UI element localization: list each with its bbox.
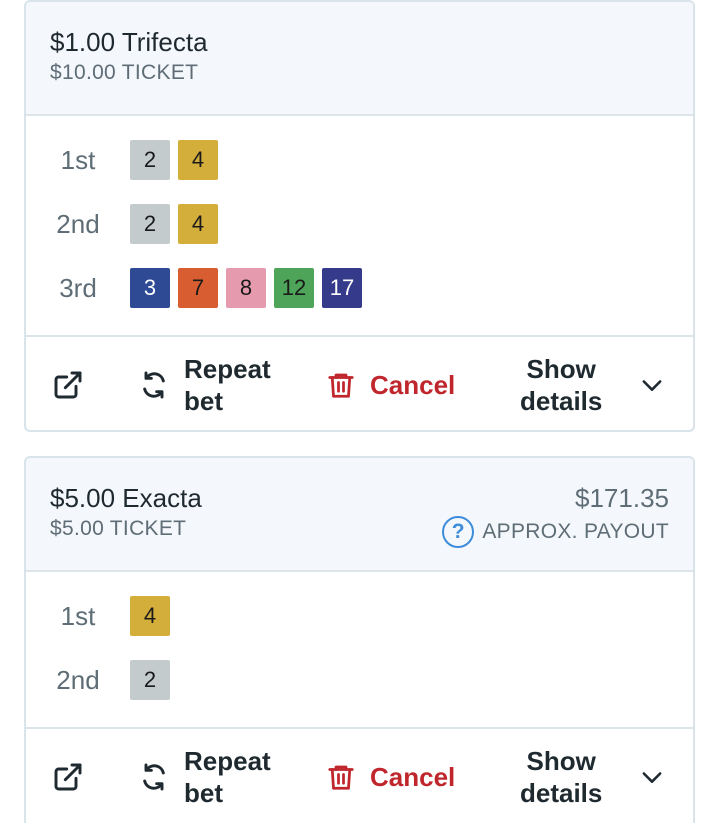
bet-card-header: $1.00 Trifecta $10.00 TICKET bbox=[26, 2, 693, 116]
payout-label: APPROX. PAYOUT bbox=[482, 520, 669, 543]
pick-row-3rd: 3rd 3 7 8 12 17 bbox=[26, 268, 693, 308]
runner-chip: 8 bbox=[226, 268, 266, 308]
runner-chip: 4 bbox=[178, 140, 218, 180]
cancel-label: Cancel bbox=[370, 761, 456, 792]
repeat-label-line1: Repeat bbox=[184, 353, 271, 384]
repeat-bet-button[interactable]: Repeat bet bbox=[138, 729, 271, 823]
ticket-amount: $10.00 TICKET bbox=[50, 61, 199, 84]
bet-actions: Repeat bet Cancel Show details bbox=[26, 337, 693, 430]
pick-label: 2nd bbox=[56, 664, 100, 695]
chevron-down-icon bbox=[642, 771, 662, 783]
external-link-icon bbox=[54, 371, 82, 398]
trash-icon bbox=[328, 373, 354, 398]
payout-amount: $171.35 bbox=[575, 483, 669, 513]
details-label-line2: details bbox=[520, 385, 603, 416]
repeat-icon bbox=[143, 763, 165, 790]
picks-section: 1st 2 4 2nd 2 4 3rd 3 7 8 12 17 bbox=[26, 116, 693, 337]
bet-card-header: $5.00 Exacta $5.00 TICKET $171.35 ? APPR… bbox=[26, 458, 693, 572]
runner-chip: 4 bbox=[130, 596, 170, 636]
details-label-line1: Show bbox=[526, 745, 596, 776]
runner-chip: 2 bbox=[130, 660, 170, 700]
runner-chip: 17 bbox=[322, 268, 362, 308]
picks-section: 1st 4 2nd 2 bbox=[26, 572, 693, 729]
pick-label: 3rd bbox=[59, 272, 97, 303]
runner-chip: 7 bbox=[178, 268, 218, 308]
trash-icon bbox=[328, 765, 354, 790]
share-button[interactable] bbox=[52, 729, 84, 823]
show-details-button[interactable]: Show details bbox=[520, 729, 602, 823]
help-icon[interactable]: ? bbox=[442, 516, 475, 548]
show-details-button[interactable]: Show details bbox=[520, 337, 603, 430]
runner-chip: 12 bbox=[274, 268, 314, 308]
runner-chip: 2 bbox=[130, 140, 170, 180]
pick-row-2nd: 2nd 2 bbox=[26, 660, 693, 700]
expand-toggle[interactable] bbox=[638, 729, 666, 823]
runner-chip: 3 bbox=[130, 268, 170, 308]
share-button[interactable] bbox=[52, 337, 84, 430]
bet-title: $1.00 Trifecta bbox=[50, 27, 208, 57]
pick-label: 2nd bbox=[56, 208, 100, 239]
approx-payout: ? APPROX. PAYOUT bbox=[442, 516, 669, 548]
pick-row-1st: 1st 2 4 bbox=[26, 140, 693, 180]
bet-actions: Repeat bet Cancel Show details bbox=[26, 729, 693, 823]
pick-row-1st: 1st 4 bbox=[26, 596, 693, 636]
details-label-line1: Show bbox=[526, 353, 596, 384]
bet-card-exacta: $5.00 Exacta $5.00 TICKET $171.35 ? APPR… bbox=[24, 456, 695, 823]
repeat-label-line2: bet bbox=[184, 777, 223, 808]
runner-chip: 4 bbox=[178, 204, 218, 244]
pick-label: 1st bbox=[60, 600, 96, 631]
details-label-line2: details bbox=[520, 777, 603, 808]
pick-row-2nd: 2nd 2 4 bbox=[26, 204, 693, 244]
repeat-label-line1: Repeat bbox=[184, 745, 271, 776]
pick-label: 1st bbox=[60, 144, 96, 175]
cancel-label: Cancel bbox=[370, 369, 456, 400]
repeat-icon bbox=[143, 371, 165, 398]
cancel-bet-button[interactable]: Cancel bbox=[326, 337, 456, 430]
bet-card-trifecta: $1.00 Trifecta $10.00 TICKET 1st 2 4 2nd… bbox=[24, 0, 695, 432]
repeat-bet-button[interactable]: Repeat bet bbox=[138, 337, 271, 430]
chevron-down-icon bbox=[642, 379, 662, 391]
external-link-icon bbox=[54, 763, 82, 790]
expand-toggle[interactable] bbox=[638, 337, 666, 430]
cancel-bet-button[interactable]: Cancel bbox=[326, 729, 455, 823]
repeat-label-line2: bet bbox=[184, 385, 223, 416]
runner-chip: 2 bbox=[130, 204, 170, 244]
